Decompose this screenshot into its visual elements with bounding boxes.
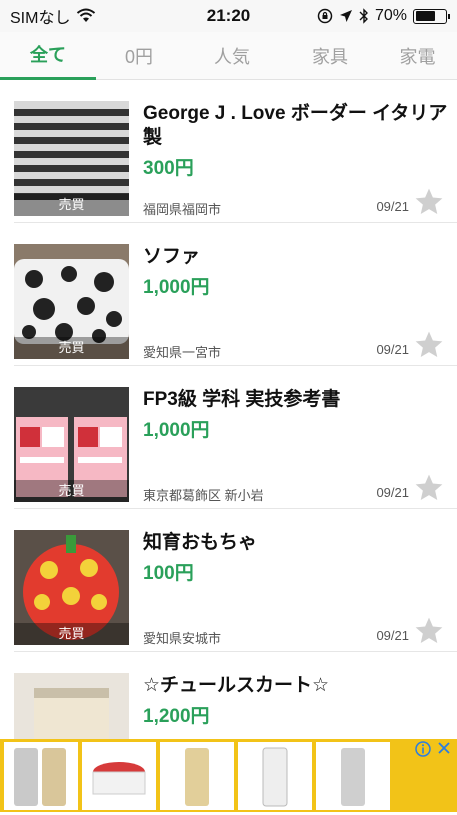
ad-close-icon[interactable] <box>437 741 451 755</box>
item-location: 愛知県安城市 <box>143 631 222 646</box>
item-title: ☆チュールスカート☆ <box>143 675 330 696</box>
ad-product-image[interactable] <box>82 741 156 810</box>
item-list: 売買 George J . Love ボーダー イタリア製 300円 福岡県福岡… <box>0 80 457 795</box>
item-price: 1,200円 <box>143 706 210 727</box>
trade-badge: 売買 <box>14 337 129 359</box>
ad-product-image[interactable] <box>160 741 234 810</box>
battery-icon <box>413 8 450 24</box>
list-item[interactable]: 売買 ソファ 1,000円 愛知県一宮市 09/21 <box>14 223 457 366</box>
ad-product-image[interactable] <box>316 741 390 810</box>
status-bar: SIMなし 21:20 70% <box>0 0 457 32</box>
favorite-star-icon[interactable] <box>413 186 445 218</box>
item-title: 知育おもちゃ <box>143 532 258 553</box>
trade-badge: 売買 <box>14 480 129 502</box>
item-thumbnail: 売買 <box>14 101 129 216</box>
ad-banner[interactable] <box>0 739 457 812</box>
favorite-star-icon[interactable] <box>413 615 445 647</box>
battery-percent: 70% <box>374 7 407 24</box>
item-date: 09/21 <box>376 628 409 643</box>
tab-furniture[interactable]: 家具 <box>282 32 378 80</box>
category-tabs: 全て 0円 人気 家具 家電 <box>0 32 457 80</box>
battery-fill <box>415 11 435 21</box>
item-price: 300円 <box>143 158 194 179</box>
location-arrow-icon <box>339 10 352 22</box>
tab-popular[interactable]: 人気 <box>182 32 282 80</box>
list-item[interactable]: 売買 知育おもちゃ 100円 愛知県安城市 09/21 <box>14 509 457 652</box>
ad-product-image[interactable] <box>4 741 78 810</box>
item-title: ソファ <box>143 246 201 267</box>
trade-badge: 売買 <box>14 194 129 216</box>
wifi-icon <box>77 8 96 22</box>
trade-badge: 売買 <box>14 623 129 645</box>
item-location: 福岡県福岡市 <box>143 202 222 217</box>
item-price: 1,000円 <box>143 420 210 441</box>
tab-free[interactable]: 0円 <box>96 32 182 80</box>
list-item[interactable]: 売買 George J . Love ボーダー イタリア製 300円 福岡県福岡… <box>14 80 457 223</box>
item-thumbnail: 売買 <box>14 530 129 645</box>
list-item[interactable]: 売買 FP3級 学科 実技参考書 1,000円 東京都葛飾区 新小岩 09/21 <box>14 366 457 509</box>
favorite-star-icon[interactable] <box>413 472 445 504</box>
item-thumbnail: 売買 <box>14 244 129 359</box>
item-thumbnail: 売買 <box>14 387 129 502</box>
item-title: George J . Love ボーダー イタリア製 <box>143 103 448 148</box>
item-location: 愛知県一宮市 <box>143 345 222 360</box>
item-date: 09/21 <box>376 199 409 214</box>
favorite-star-icon[interactable] <box>413 329 445 361</box>
item-price: 1,000円 <box>143 277 210 298</box>
item-date: 09/21 <box>376 342 409 357</box>
item-price: 100円 <box>143 563 194 584</box>
ad-product-image[interactable] <box>238 741 312 810</box>
carrier-label: SIMなし <box>10 10 71 27</box>
item-location: 東京都葛飾区 新小岩 <box>143 488 264 503</box>
item-date: 09/21 <box>376 485 409 500</box>
item-title: FP3級 学科 実技参考書 <box>143 389 341 410</box>
bluetooth-icon <box>359 8 368 24</box>
ad-info-icon[interactable] <box>415 741 431 757</box>
ad-controls <box>415 741 451 757</box>
tab-all[interactable]: 全て <box>0 32 96 80</box>
tab-appliances[interactable]: 家電 <box>378 32 457 80</box>
rotation-lock-icon <box>317 8 333 24</box>
